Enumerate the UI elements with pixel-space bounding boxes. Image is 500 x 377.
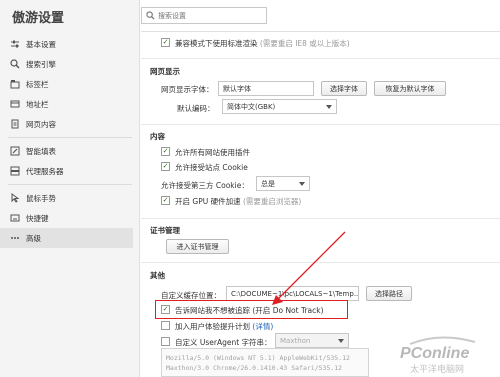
watermark-logo: PConline 太平洋电脑网 bbox=[380, 330, 500, 377]
watermark-sub: 太平洋电脑网 bbox=[410, 363, 464, 375]
watermark-brand: PConline bbox=[400, 345, 469, 362]
annotation-arrow bbox=[272, 231, 346, 305]
